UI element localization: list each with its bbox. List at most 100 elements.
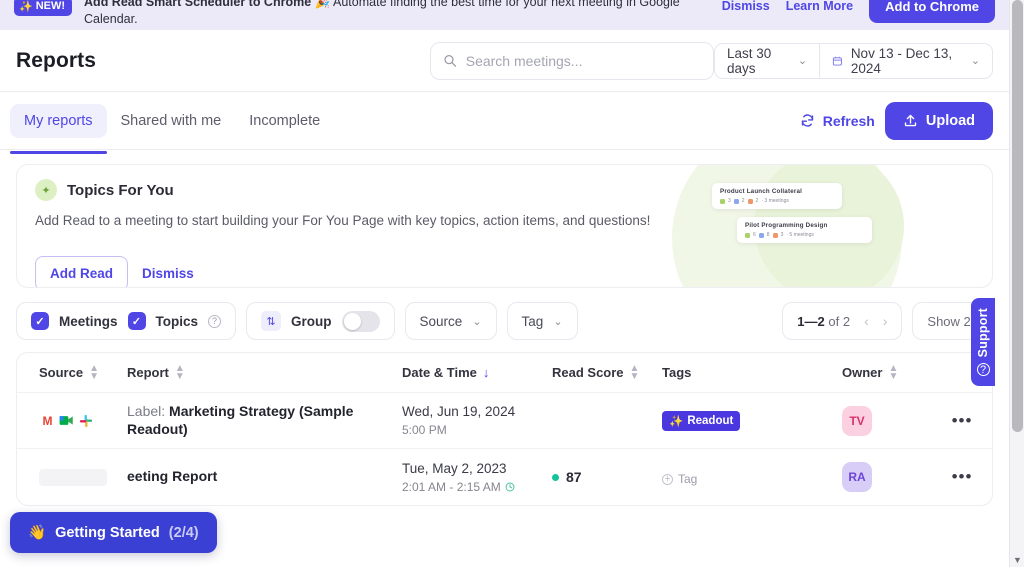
- column-header-source[interactable]: Source ▲ ▼: [17, 363, 127, 381]
- refresh-icon: [801, 114, 813, 127]
- row-date: Wed, Jun 19, 2024: [402, 404, 516, 419]
- column-header-owner[interactable]: Owner ▲ ▼: [842, 363, 932, 381]
- promo-text: Add Read Smart Scheduler to Chrome 🎉 Aut…: [84, 0, 704, 28]
- avatar[interactable]: RA: [842, 462, 872, 492]
- row-date: Tue, May 2, 2023: [402, 460, 507, 476]
- slack-glyph: [79, 414, 92, 427]
- group-toggle[interactable]: [341, 310, 380, 332]
- source-placeholder: [39, 468, 107, 486]
- topics-dismiss-button[interactable]: Dismiss: [142, 266, 194, 281]
- next-page-button[interactable]: ›: [883, 313, 888, 329]
- date-range-label: Nov 13 - Dec 13, 2024: [850, 45, 953, 76]
- getting-started-button[interactable]: 👋 Getting Started (2/4): [10, 512, 217, 553]
- topics-card-actions: Add Read Dismiss: [35, 256, 974, 287]
- group-toggle-box[interactable]: ⇅ Group: [246, 302, 395, 340]
- search-box[interactable]: [430, 41, 714, 80]
- column-header-tags: Tags: [662, 365, 842, 380]
- source-filter-label: Source: [419, 313, 463, 329]
- search-icon: [444, 55, 457, 67]
- page-root: ✨ NEW! Add Read Smart Scheduler to Chrom…: [0, 0, 1009, 567]
- sort-icon[interactable]: ▲ ▼: [630, 363, 640, 381]
- tag-filter-select[interactable]: Tag ⌄: [506, 302, 578, 340]
- column-header-read-score[interactable]: Read Score ▲ ▼: [552, 363, 662, 381]
- column-label-report: Report: [127, 365, 169, 380]
- row-time: 5:00 PM: [402, 423, 552, 437]
- tag-filter-label: Tag: [521, 313, 544, 329]
- calendar-icon: [832, 56, 842, 65]
- upload-button[interactable]: Upload: [884, 101, 993, 140]
- tab-incomplete[interactable]: Incomplete: [235, 104, 334, 138]
- tab-my-reports[interactable]: My reports: [10, 103, 107, 154]
- pagination-controls: 1—2 of 2 ‹ › Show 25: [782, 302, 993, 340]
- date-range-select[interactable]: Nov 13 - Dec 13, 2024 ⌄: [820, 42, 993, 79]
- date-preset-select[interactable]: Last 30 days ⌄: [713, 42, 821, 79]
- refresh-label: Refresh: [822, 112, 875, 129]
- add-to-chrome-button[interactable]: Add to Chrome: [869, 0, 995, 23]
- more-horizontal-icon[interactable]: •••: [952, 467, 973, 487]
- promo-dismiss-link[interactable]: Dismiss: [722, 0, 770, 13]
- promo-text-bold: Add Read Smart Scheduler to Chrome: [84, 0, 312, 9]
- sort-descending-icon[interactable]: ↓: [483, 365, 490, 380]
- tab-bar-actions: Refresh Upload: [800, 101, 999, 140]
- support-tab[interactable]: Support ?: [971, 298, 995, 386]
- main-content: Product Launch Collateral 3 2 2 · 3 meet…: [0, 150, 1009, 506]
- prev-page-button[interactable]: ‹: [864, 313, 869, 329]
- column-label-date: Date & Time: [402, 365, 477, 380]
- topics-card-header: ✦ Topics For You: [35, 179, 974, 201]
- add-read-button[interactable]: Add Read: [35, 256, 129, 287]
- getting-started-label: Getting Started: [55, 524, 160, 541]
- tab-shared-with-me[interactable]: Shared with me: [107, 104, 236, 138]
- sort-icon[interactable]: ▲ ▼: [175, 363, 185, 381]
- sort-icon[interactable]: ▲ ▼: [888, 363, 898, 381]
- report-name: eeting Report: [127, 468, 217, 484]
- app-window: ✨ NEW! Add Read Smart Scheduler to Chrom…: [0, 0, 1024, 567]
- add-tag-label: Tag: [678, 472, 698, 486]
- sparkles-icon: ✦: [35, 179, 57, 201]
- meetings-checkbox[interactable]: ✓: [31, 312, 49, 330]
- row-time: 2:01 AM - 2:15 AM: [402, 480, 552, 494]
- row-actions-cell: •••: [932, 411, 992, 431]
- row-time-label: 5:00 PM: [402, 423, 447, 437]
- scrollbar-thumb[interactable]: [1012, 0, 1023, 432]
- slack-icon: [77, 412, 94, 429]
- topics-checkbox[interactable]: ✓: [127, 312, 146, 330]
- chevron-down-icon: ⌄: [472, 315, 482, 328]
- table-row[interactable]: eeting Report Tue, May 2, 2023 2:01 AM -…: [17, 449, 992, 505]
- tag-badge[interactable]: ✨ Readout: [662, 410, 741, 431]
- sort-icon[interactable]: ▲ ▼: [89, 363, 99, 381]
- source-filter-select[interactable]: Source ⌄: [404, 302, 497, 340]
- add-tag-button[interactable]: ＋ Tag: [662, 472, 697, 486]
- report-label-prefix: Label:: [127, 402, 166, 419]
- row-actions-cell: •••: [932, 467, 992, 487]
- google-meet-icon: [58, 412, 75, 429]
- row-tags-cell[interactable]: ＋ Tag: [662, 468, 842, 486]
- row-report-cell[interactable]: Label: Marketing Strategy (Sample Readou…: [127, 403, 402, 439]
- table-row[interactable]: M Label: Marketing Strategy (Sample Read…: [17, 393, 992, 449]
- topics-card-title: Topics For You: [67, 181, 174, 199]
- column-label-read-score: Read Score: [552, 365, 624, 380]
- report-name: Label: Marketing Strategy (Sample Readou…: [127, 403, 353, 437]
- page-scrollbar[interactable]: ▼: [1009, 0, 1024, 567]
- row-source-cell: [17, 468, 127, 486]
- column-header-date[interactable]: Date & Time ↓: [402, 365, 552, 380]
- row-date-cell: Wed, Jun 19, 2024 5:00 PM: [402, 404, 552, 437]
- row-tags-cell[interactable]: ✨ Readout: [662, 410, 842, 431]
- column-header-report[interactable]: Report ▲ ▼: [127, 363, 402, 381]
- chevron-down-icon: ⌄: [970, 55, 980, 67]
- avatar[interactable]: TV: [842, 405, 872, 436]
- more-horizontal-icon[interactable]: •••: [952, 411, 973, 431]
- swap-icon: ⇅: [261, 311, 282, 331]
- row-date-cell: Tue, May 2, 2023 2:01 AM - 2:15 AM: [402, 461, 552, 494]
- row-report-cell[interactable]: eeting Report: [127, 468, 402, 486]
- chevron-down-icon: ⌄: [797, 55, 808, 67]
- page-range-box: 1—2 of 2 ‹ ›: [782, 302, 903, 340]
- scroll-down-arrow-icon[interactable]: ▼: [1010, 555, 1024, 565]
- type-filter-group: ✓ Meetings ✓ Topics ?: [16, 302, 237, 340]
- refresh-button[interactable]: Refresh: [800, 113, 875, 129]
- question-circle-icon[interactable]: ?: [208, 314, 222, 328]
- column-label-tags: Tags: [662, 365, 692, 380]
- sparkle-icon: ✨: [669, 415, 684, 428]
- promo-learn-more-link[interactable]: Learn More: [786, 0, 853, 13]
- search-input[interactable]: [465, 52, 701, 69]
- chevron-down-icon: ⌄: [553, 315, 563, 328]
